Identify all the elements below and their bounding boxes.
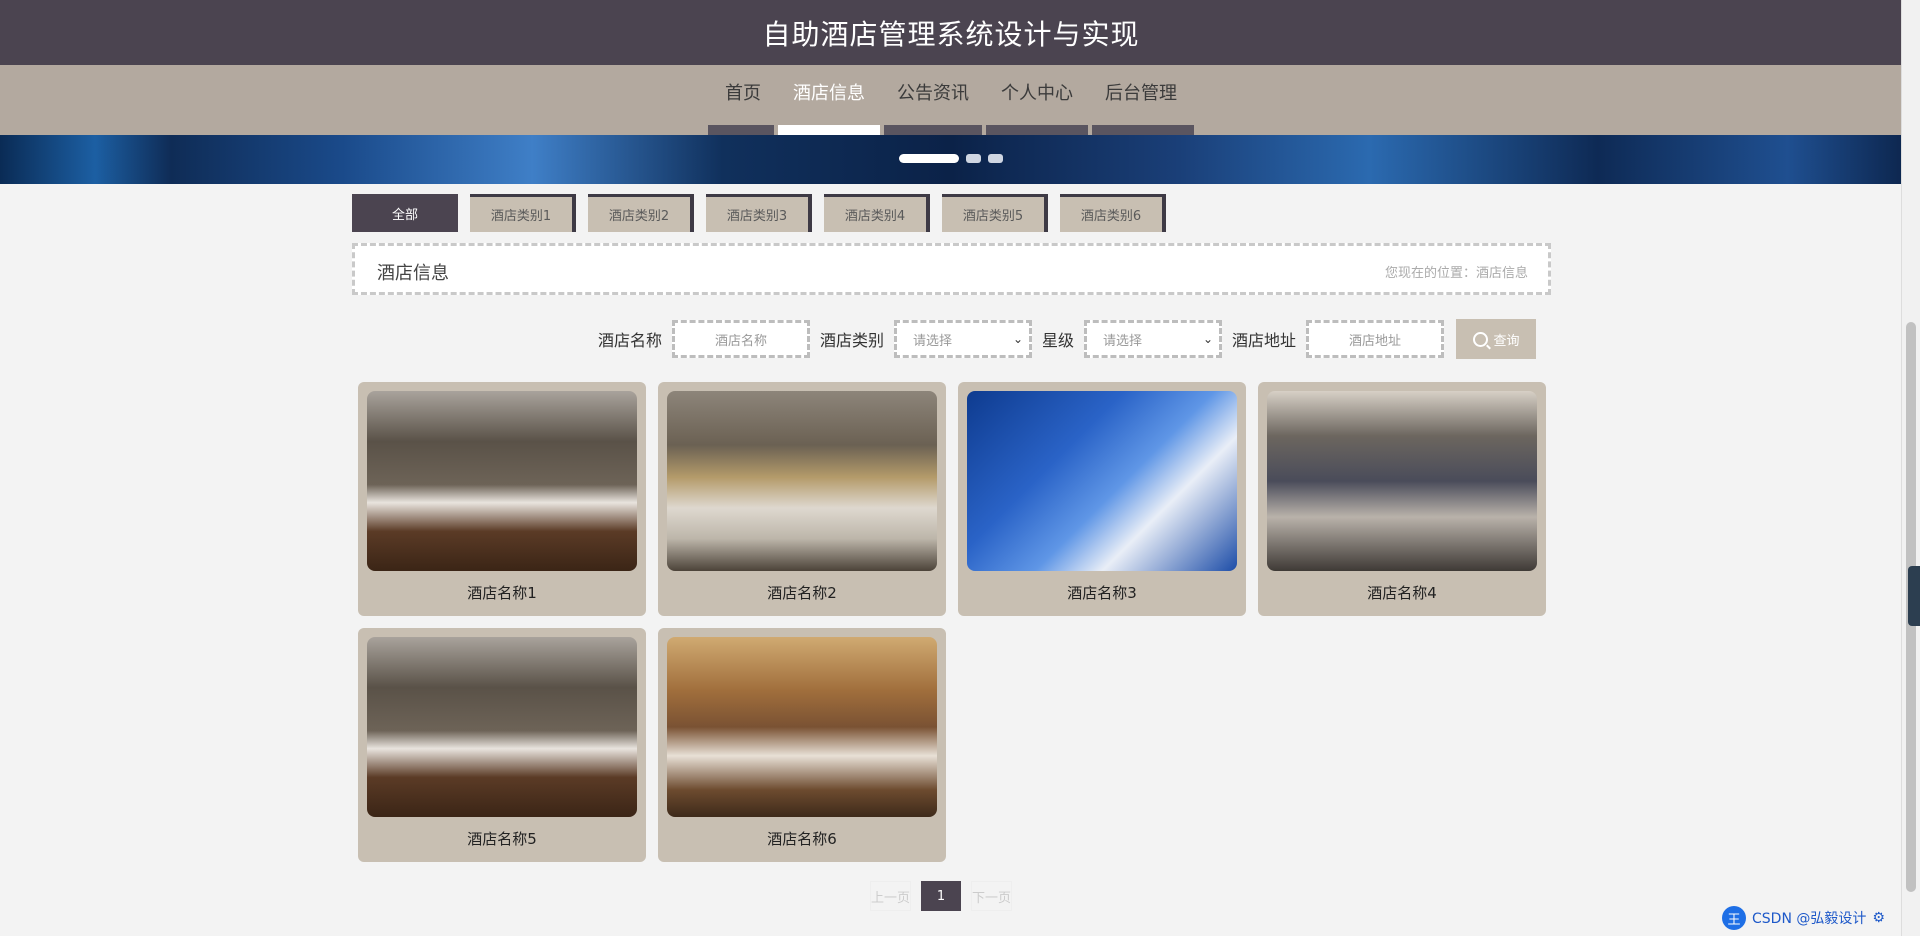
next-page-button[interactable]: 下一页: [971, 881, 1013, 911]
carousel-dot-3[interactable]: [988, 154, 1003, 163]
hotel-name: 酒店名称2: [767, 584, 837, 602]
gear-icon[interactable]: ⚙: [1872, 910, 1885, 926]
nav-item-hotel-info[interactable]: 酒店信息: [783, 65, 875, 123]
category-tab-3[interactable]: 酒店类别3: [706, 194, 812, 232]
star-select[interactable]: 请选择 ⌄: [1084, 320, 1223, 358]
hotel-name: 酒店名称6: [767, 830, 837, 848]
site-header: 自助酒店管理系统设计与实现: [0, 0, 1902, 65]
pagination: 上一页 1 下一页: [870, 881, 1013, 911]
hotel-address-input[interactable]: 酒店地址: [1306, 320, 1445, 358]
hotel-name: 酒店名称1: [467, 584, 537, 602]
hotel-card[interactable]: 酒店名称1: [358, 382, 646, 616]
hotel-image: [667, 637, 937, 817]
site-title: 自助酒店管理系统设计与实现: [762, 17, 1140, 51]
csdn-logo-icon: 王: [1722, 906, 1746, 930]
nav-item-admin[interactable]: 后台管理: [1095, 65, 1187, 123]
hotel-name: 酒店名称3: [1067, 584, 1137, 602]
star-value: 请选择: [1103, 333, 1143, 349]
section-title: 酒店信息: [377, 263, 449, 284]
nav-item-home[interactable]: 首页: [715, 65, 771, 123]
nav-indicator-hotel-info: [778, 125, 880, 135]
search-button-label: 查询: [1493, 333, 1520, 349]
csdn-watermark-text: CSDN @弘毅设计: [1752, 911, 1867, 927]
search-form: 酒店名称 酒店名称 酒店类别 请选择 ⌄ 星级 请选择 ⌄ 酒店地址 酒店地址 …: [594, 319, 1537, 359]
search-icon: [1472, 331, 1488, 347]
hotel-image: [367, 391, 637, 571]
category-tab-all[interactable]: 全部: [352, 194, 458, 232]
category-tab-2[interactable]: 酒店类别2: [588, 194, 694, 232]
hotel-card[interactable]: 酒店名称4: [1258, 382, 1546, 616]
chevron-down-icon: ⌄: [1012, 332, 1024, 346]
star-label: 星级: [1042, 331, 1075, 350]
section-header: 酒店信息 您现在的位置：酒店信息: [352, 243, 1551, 295]
chevron-down-icon: ⌄: [1202, 332, 1214, 346]
search-button[interactable]: 查询: [1456, 319, 1537, 359]
category-tab-1[interactable]: 酒店类别1: [470, 194, 576, 232]
nav-indicator-announcements: [884, 125, 982, 135]
side-floating-widget[interactable]: [1908, 566, 1920, 626]
hotel-type-label: 酒店类别: [820, 331, 885, 350]
category-tab-6[interactable]: 酒店类别6: [1060, 194, 1166, 232]
category-tabs: 全部 酒店类别1 酒店类别2 酒店类别3 酒店类别4 酒店类别5 酒店类别6: [352, 194, 1166, 232]
category-tab-4[interactable]: 酒店类别4: [824, 194, 930, 232]
nav-item-announcements[interactable]: 公告资讯: [887, 65, 979, 123]
nav-indicator-home: [708, 125, 774, 135]
hotel-address-label: 酒店地址: [1232, 331, 1297, 350]
hotel-card[interactable]: 酒店名称3: [958, 382, 1246, 616]
page-1-button[interactable]: 1: [921, 881, 962, 911]
carousel-dot-2[interactable]: [966, 154, 981, 163]
prev-page-button[interactable]: 上一页: [870, 881, 912, 911]
hotel-image: [667, 391, 937, 571]
csdn-watermark: 王 CSDN @弘毅设计 ⚙: [1722, 906, 1885, 930]
hotel-card[interactable]: 酒店名称2: [658, 382, 946, 616]
hotel-image: [967, 391, 1237, 571]
carousel-dot-1[interactable]: [899, 154, 959, 163]
hotel-image: [1267, 391, 1537, 571]
nav-item-personal-center[interactable]: 个人中心: [991, 65, 1083, 123]
hotel-name: 酒店名称5: [467, 830, 537, 848]
nav-indicator-bar: [0, 125, 1902, 135]
category-tab-5[interactable]: 酒店类别5: [942, 194, 1048, 232]
breadcrumb: 您现在的位置：酒店信息: [1384, 266, 1528, 281]
nav-indicator-admin: [1092, 125, 1194, 135]
page-scrollbar[interactable]: [1901, 0, 1920, 936]
hotel-name: 酒店名称4: [1367, 584, 1437, 602]
hotel-type-select[interactable]: 请选择 ⌄: [894, 320, 1033, 358]
hotel-name-input[interactable]: 酒店名称: [672, 320, 811, 358]
hotel-card[interactable]: 酒店名称5: [358, 628, 646, 862]
nav-indicator-personal-center: [986, 125, 1088, 135]
hero-banner: [0, 135, 1902, 184]
hotel-card[interactable]: 酒店名称6: [658, 628, 946, 862]
hotel-image: [367, 637, 637, 817]
hotel-name-label: 酒店名称: [598, 331, 663, 350]
hotel-type-value: 请选择: [913, 333, 953, 349]
